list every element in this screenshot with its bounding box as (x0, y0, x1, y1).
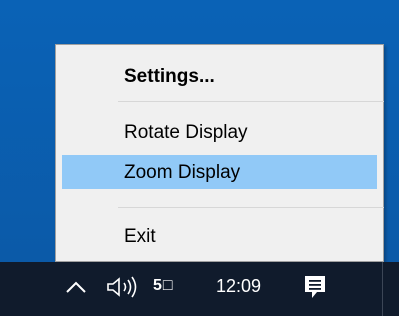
menu-item-rotate-display[interactable]: Rotate Display (62, 115, 377, 149)
taskbar-clock[interactable]: 12:09 (216, 276, 261, 297)
ime-indicator[interactable]: 5□ (153, 277, 174, 295)
menu-item-settings[interactable]: Settings... (62, 59, 377, 93)
menu-item-label: Rotate Display (124, 122, 248, 143)
menu-item-label: Settings... (124, 66, 215, 87)
speaker-icon[interactable] (104, 275, 148, 299)
chevron-up-icon[interactable] (62, 274, 90, 300)
context-menu: Settings... Rotate Display Zoom Display … (55, 44, 384, 262)
menu-item-exit[interactable]: Exit (62, 219, 377, 253)
menu-separator (118, 101, 384, 102)
menu-item-label: Exit (124, 226, 156, 247)
menu-item-zoom-display[interactable]: Zoom Display (62, 155, 377, 189)
notification-icon[interactable] (303, 274, 327, 300)
menu-item-label: Zoom Display (124, 162, 241, 183)
show-desktop-divider[interactable] (382, 262, 383, 316)
taskbar: 5□ 12:09 (0, 262, 399, 316)
menu-separator (118, 207, 384, 208)
